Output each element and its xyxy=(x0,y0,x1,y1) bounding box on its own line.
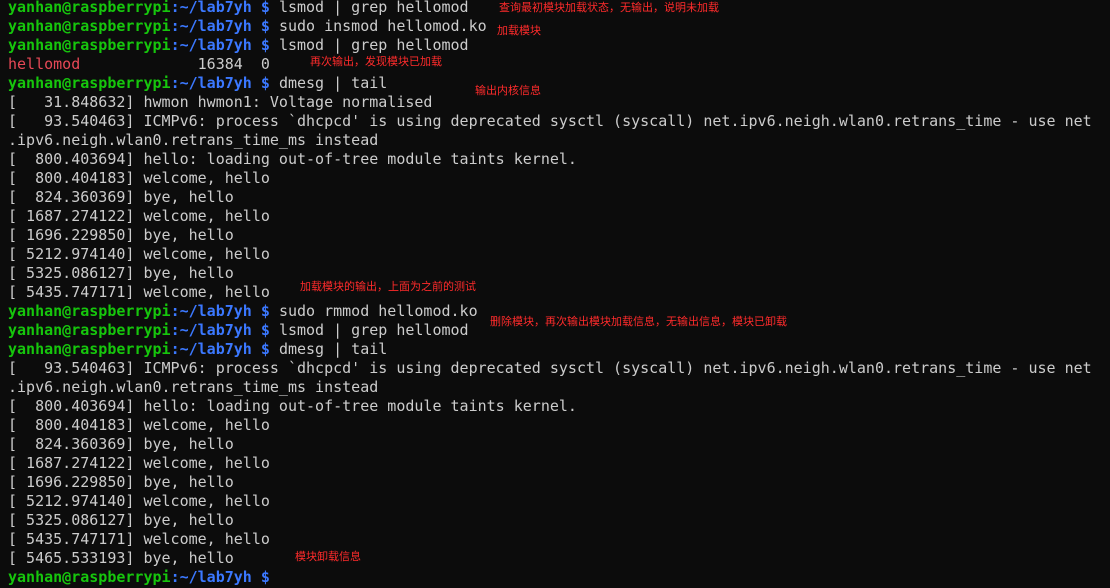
dmesg-output-line: [ 93.540463] ICMPv6: process `dhcpcd' is… xyxy=(8,112,1092,130)
prompt-symbol: $ xyxy=(251,321,279,339)
prompt-path: :~/lab7yh xyxy=(170,302,252,320)
terminal-window[interactable]: yanhan@raspberrypi:~/lab7yh $ lsmod | gr… xyxy=(0,0,1110,588)
command-text: sudo rmmod hellomod.ko xyxy=(278,302,478,320)
prompt-path: :~/lab7yh xyxy=(170,36,252,54)
command-text: dmesg | tail xyxy=(278,340,388,358)
dmesg-output-line: [ 800.403694] hello: loading out-of-tree… xyxy=(8,397,577,415)
dmesg-output-line: [ 800.403694] hello: loading out-of-tree… xyxy=(8,150,577,168)
annotation-module-loaded: 再次输出，发现模块已加载 xyxy=(310,55,442,68)
prompt-path: :~/lab7yh xyxy=(170,568,252,586)
prompt-path: :~/lab7yh xyxy=(170,74,252,92)
command-text: lsmod | grep hellomod xyxy=(278,36,469,54)
dmesg-output-line: [ 31.848632] hwmon hwmon1: Voltage norma… xyxy=(8,93,433,111)
prompt-path: :~/lab7yh xyxy=(170,17,252,35)
command-text: sudo insmod hellomod.ko xyxy=(278,17,487,35)
prompt-user-host: yanhan@raspberrypi xyxy=(8,36,171,54)
lsmod-output-line: hellomod 16384 0 xyxy=(8,55,270,74)
prompt-line: yanhan@raspberrypi:~/lab7yh $ sudo insmo… xyxy=(8,17,487,36)
prompt-symbol: $ xyxy=(251,302,279,320)
prompt-line: yanhan@raspberrypi:~/lab7yh $ dmesg | ta… xyxy=(8,340,387,359)
dmesg-output-line: [ 800.404183] welcome, hello xyxy=(8,169,270,187)
prompt-user-host: yanhan@raspberrypi xyxy=(8,340,171,358)
dmesg-output-line: [ 1696.229850] bye, hello xyxy=(8,226,234,244)
command-text: lsmod | grep hellomod xyxy=(278,0,469,16)
annotation-remove-module: 删除模块，再次输出模块加载信息，无输出信息，模块已卸载 xyxy=(490,315,787,328)
prompt-path: :~/lab7yh xyxy=(170,321,252,339)
prompt-line: yanhan@raspberrypi:~/lab7yh $ lsmod | gr… xyxy=(8,36,469,55)
prompt-symbol: $ xyxy=(251,74,279,92)
dmesg-output-line: [ 824.360369] bye, hello xyxy=(8,188,234,206)
annotation-unload-info: 模块卸载信息 xyxy=(295,550,361,563)
prompt-line: yanhan@raspberrypi:~/lab7yh $ lsmod | gr… xyxy=(8,321,469,340)
dmesg-output-line: .ipv6.neigh.wlan0.retrans_time_ms instea… xyxy=(8,131,379,149)
annotation-kernel-info: 输出内核信息 xyxy=(475,84,541,97)
prompt-path: :~/lab7yh xyxy=(170,0,252,16)
dmesg-output-line: [ 5435.747171] welcome, hello xyxy=(8,530,270,548)
dmesg-output-line: [ 5212.974140] welcome, hello xyxy=(8,245,270,263)
annotation-load-module: 加载模块 xyxy=(497,24,541,37)
prompt-line-current[interactable]: yanhan@raspberrypi:~/lab7yh $ xyxy=(8,568,288,587)
prompt-user-host: yanhan@raspberrypi xyxy=(8,17,171,35)
prompt-user-host: yanhan@raspberrypi xyxy=(8,302,171,320)
command-text: dmesg | tail xyxy=(278,74,388,92)
prompt-symbol: $ xyxy=(251,568,279,586)
prompt-line: yanhan@raspberrypi:~/lab7yh $ lsmod | gr… xyxy=(8,0,469,17)
dmesg-output-line: [ 1687.274122] welcome, hello xyxy=(8,454,270,472)
command-text: lsmod | grep hellomod xyxy=(278,321,469,339)
dmesg-output-line: [ 5465.533193] bye, hello xyxy=(8,549,234,567)
annotation-load-output: 加载模块的输出，上面为之前的测试 xyxy=(300,280,476,293)
dmesg-output-line: [ 824.360369] bye, hello xyxy=(8,435,234,453)
dmesg-output-line: [ 93.540463] ICMPv6: process `dhcpcd' is… xyxy=(8,359,1092,377)
prompt-line: yanhan@raspberrypi:~/lab7yh $ sudo rmmod… xyxy=(8,302,478,321)
dmesg-output-line: [ 5212.974140] welcome, hello xyxy=(8,492,270,510)
prompt-user-host: yanhan@raspberrypi xyxy=(8,0,171,16)
module-size-info: 16384 0 xyxy=(80,55,270,73)
dmesg-output-line: [ 800.404183] welcome, hello xyxy=(8,416,270,434)
dmesg-output-line: [ 5435.747171] welcome, hello xyxy=(8,283,270,301)
prompt-symbol: $ xyxy=(251,0,279,16)
prompt-user-host: yanhan@raspberrypi xyxy=(8,74,171,92)
prompt-symbol: $ xyxy=(251,36,279,54)
prompt-line: yanhan@raspberrypi:~/lab7yh $ dmesg | ta… xyxy=(8,74,387,93)
prompt-user-host: yanhan@raspberrypi xyxy=(8,568,171,586)
dmesg-output-line: [ 5325.086127] bye, hello xyxy=(8,264,234,282)
prompt-symbol: $ xyxy=(251,340,279,358)
annotation-initial-check: 查询最初模块加载状态，无输出，说明未加载 xyxy=(499,1,719,14)
dmesg-output-line: .ipv6.neigh.wlan0.retrans_time_ms instea… xyxy=(8,378,379,396)
prompt-symbol: $ xyxy=(251,17,279,35)
text-cursor xyxy=(279,568,288,585)
prompt-user-host: yanhan@raspberrypi xyxy=(8,321,171,339)
prompt-path: :~/lab7yh xyxy=(170,340,252,358)
module-name: hellomod xyxy=(8,55,81,73)
dmesg-output-line: [ 1696.229850] bye, hello xyxy=(8,473,234,491)
dmesg-output-line: [ 5325.086127] bye, hello xyxy=(8,511,234,529)
dmesg-output-line: [ 1687.274122] welcome, hello xyxy=(8,207,270,225)
